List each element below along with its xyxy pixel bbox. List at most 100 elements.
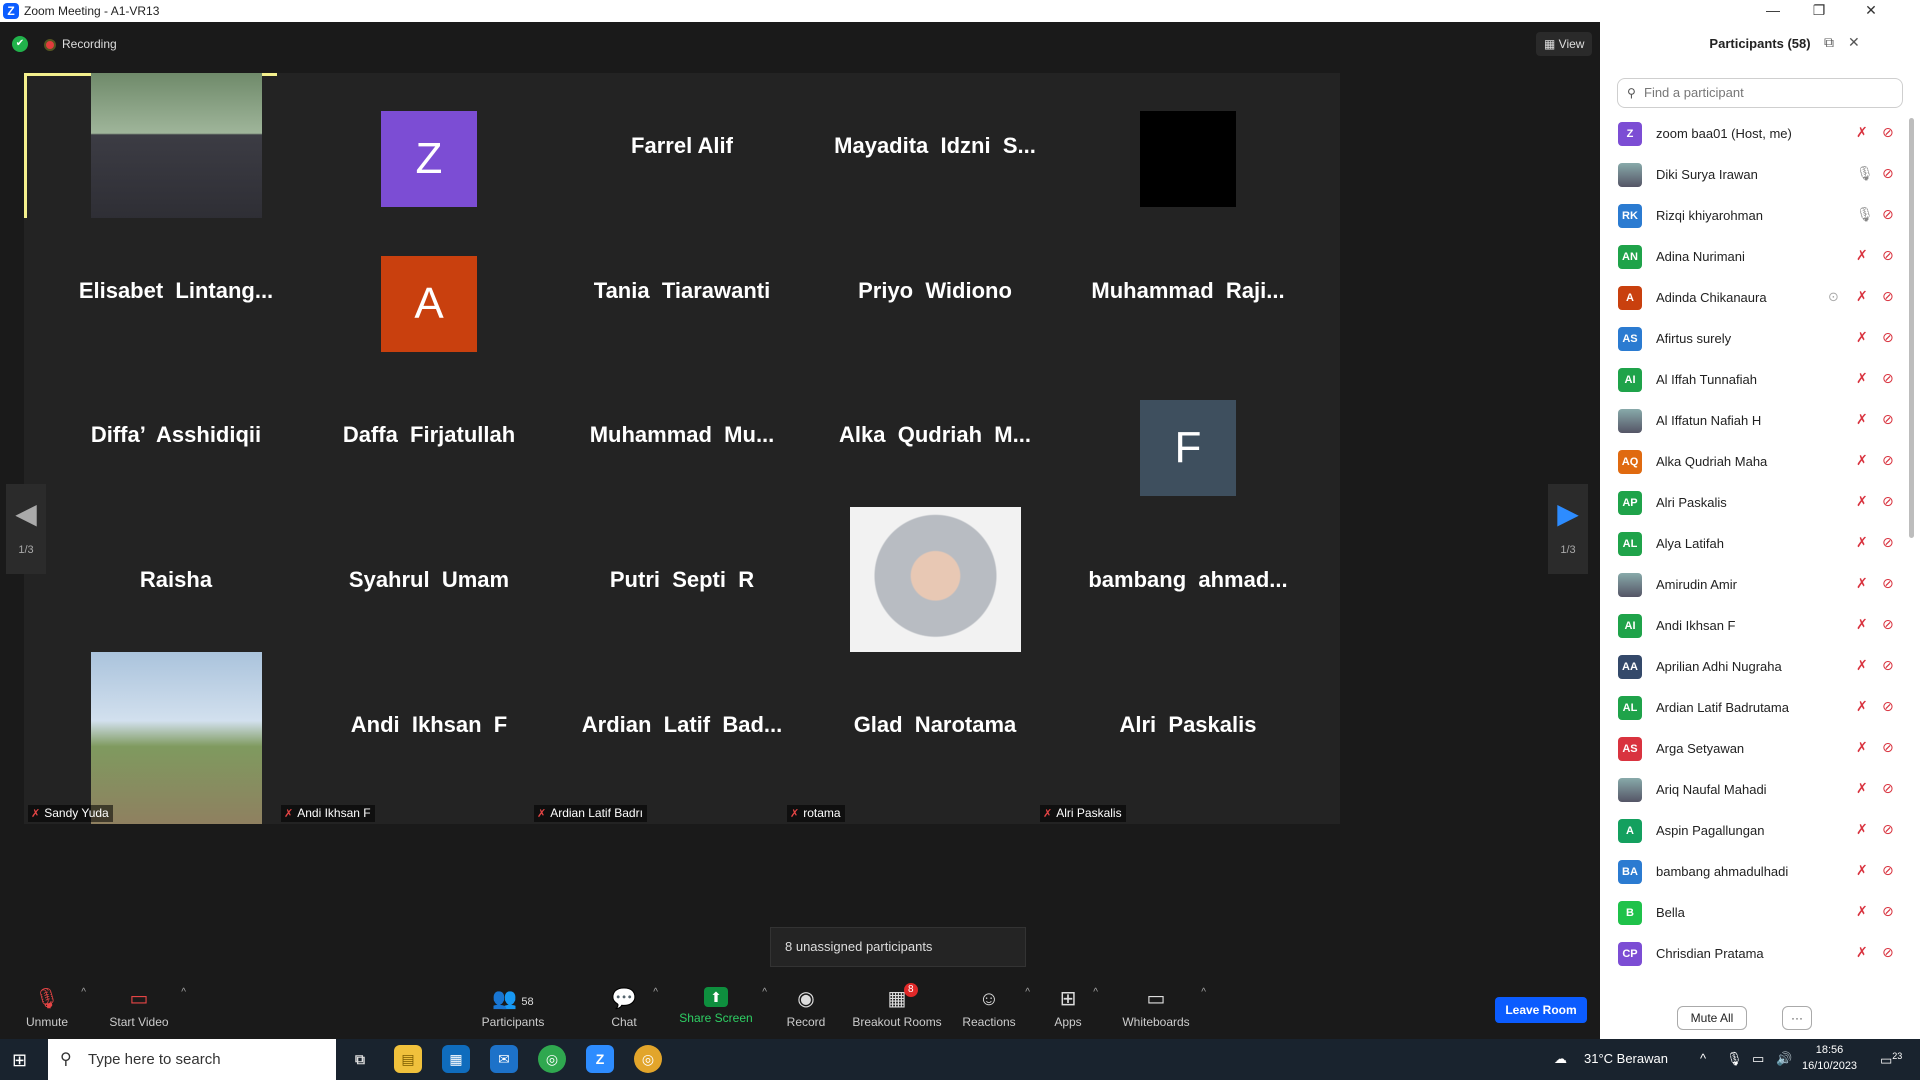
participant-row[interactable]: Diki Surya Irawan 🎙 ⊘	[1600, 155, 1912, 196]
mic-icon[interactable]: 🎙	[1856, 206, 1874, 223]
video-off-icon[interactable]: ⊘	[1882, 534, 1894, 551]
tray-chevron-icon[interactable]: ^	[1700, 1051, 1706, 1066]
volume-icon[interactable]: 🔊	[1776, 1051, 1792, 1067]
participant-row[interactable]: AS Afirtus surely ✗ ⊘	[1600, 319, 1912, 360]
minimize-button[interactable]: —	[1750, 0, 1796, 22]
chevron-up-icon[interactable]: ^	[81, 987, 86, 998]
clock[interactable]: 18:56 16/10/2023	[1802, 1042, 1857, 1074]
participant-row[interactable]: Amirudin Amir ✗ ⊘	[1600, 565, 1912, 606]
chevron-up-icon[interactable]: ^	[1093, 987, 1098, 998]
weather-icon[interactable]: ☁	[1554, 1051, 1567, 1067]
task-view-icon[interactable]: ⧉	[346, 1045, 374, 1073]
video-off-icon[interactable]: ⊘	[1882, 780, 1894, 797]
participant-row[interactable]: B Bella ✗ ⊘	[1600, 893, 1912, 934]
mic-muted-icon[interactable]: ✗	[1856, 862, 1868, 879]
mic-muted-icon[interactable]: ✗	[1856, 575, 1868, 592]
video-off-icon[interactable]: ⊘	[1882, 903, 1894, 920]
participant-search-input[interactable]: ⚲ Find a participant	[1617, 78, 1903, 108]
leave-room-button[interactable]: Leave Room	[1495, 997, 1587, 1023]
unmute-button[interactable]: 🎙 Unmute ^	[22, 987, 86, 1029]
file-explorer-icon[interactable]: ▤	[394, 1045, 422, 1073]
taskbar-search-input[interactable]: ⚲ Type here to search	[48, 1039, 336, 1080]
participant-row[interactable]: A Aspin Pagallungan ✗ ⊘	[1600, 811, 1912, 852]
mic-muted-icon[interactable]: ✗	[1856, 124, 1868, 141]
participants-button[interactable]: 👥 58 Participants	[480, 987, 546, 1029]
popout-icon[interactable]: ⧉	[1824, 34, 1834, 51]
mute-all-button[interactable]: Mute All	[1677, 1006, 1747, 1030]
participant-row[interactable]: RK Rizqi khiyarohman 🎙 ⊘	[1600, 196, 1912, 237]
store-icon[interactable]: ▦	[442, 1045, 470, 1073]
apps-button[interactable]: ⊞ Apps ^	[1052, 987, 1098, 1029]
more-options-button[interactable]: ···	[1782, 1006, 1812, 1030]
mic-tray-icon[interactable]: 🎙	[1726, 1051, 1743, 1067]
participant-row[interactable]: AI Al Iffah Tunnafiah ✗ ⊘	[1600, 360, 1912, 401]
mic-muted-icon[interactable]: ✗	[1856, 411, 1868, 428]
mic-muted-icon[interactable]: ✗	[1856, 739, 1868, 756]
start-video-button[interactable]: ▭ Start Video ^	[106, 987, 186, 1029]
video-tile[interactable]: Alri Paskalis ✗ Alri Paskalis	[1036, 652, 1340, 824]
mail-icon[interactable]: ✉	[490, 1045, 518, 1073]
mic-muted-icon[interactable]: ✗	[1856, 657, 1868, 674]
chevron-up-icon[interactable]: ^	[181, 987, 186, 998]
participant-row[interactable]: Ariq Naufal Mahadi ✗ ⊘	[1600, 770, 1912, 811]
chevron-up-icon[interactable]: ^	[653, 987, 658, 998]
spotlight-icon[interactable]: ⊙	[1828, 289, 1839, 305]
chevron-up-icon[interactable]: ^	[1201, 987, 1206, 998]
next-page-button[interactable]: ▶ 1/3	[1548, 484, 1588, 574]
video-off-icon[interactable]: ⊘	[1882, 616, 1894, 633]
video-off-icon[interactable]: ⊘	[1882, 493, 1894, 510]
mic-icon[interactable]: 🎙	[1856, 165, 1874, 182]
participant-row[interactable]: A Adinda Chikanaura ⊙ ✗ ⊘	[1600, 278, 1912, 319]
close-panel-icon[interactable]: ✕	[1848, 34, 1860, 51]
participant-row[interactable]: AQ Alka Qudriah Maha ✗ ⊘	[1600, 442, 1912, 483]
mic-muted-icon[interactable]: ✗	[1856, 493, 1868, 510]
participant-row[interactable]: AN Adina Nurimani ✗ ⊘	[1600, 237, 1912, 278]
notification-icon[interactable]: ▭23	[1880, 1051, 1902, 1068]
video-off-icon[interactable]: ⊘	[1882, 698, 1894, 715]
video-off-icon[interactable]: ⊘	[1882, 206, 1894, 223]
mic-muted-icon[interactable]: ✗	[1856, 247, 1868, 264]
video-off-icon[interactable]: ⊘	[1882, 944, 1894, 961]
chrome-icon[interactable]: ◎	[538, 1045, 566, 1073]
mic-muted-icon[interactable]: ✗	[1856, 903, 1868, 920]
network-icon[interactable]: ▭	[1752, 1051, 1764, 1067]
participant-row[interactable]: AL Ardian Latif Badrutama ✗ ⊘	[1600, 688, 1912, 729]
weather-label[interactable]: 31°C Berawan	[1584, 1051, 1668, 1066]
video-off-icon[interactable]: ⊘	[1882, 657, 1894, 674]
mic-muted-icon[interactable]: ✗	[1856, 534, 1868, 551]
restore-button[interactable]: ❐	[1796, 0, 1842, 22]
share-screen-button[interactable]: ⬆ Share Screen ^	[679, 987, 767, 1025]
video-off-icon[interactable]: ⊘	[1882, 821, 1894, 838]
prev-page-button[interactable]: ◀ 1/3	[6, 484, 46, 574]
video-off-icon[interactable]: ⊘	[1882, 288, 1894, 305]
participant-row[interactable]: AA Aprilian Adhi Nugraha ✗ ⊘	[1600, 647, 1912, 688]
video-off-icon[interactable]: ⊘	[1882, 739, 1894, 756]
chrome-profile-icon[interactable]: ◎	[634, 1045, 662, 1073]
mic-muted-icon[interactable]: ✗	[1856, 821, 1868, 838]
chevron-up-icon[interactable]: ^	[762, 987, 767, 998]
whiteboards-button[interactable]: ▭ Whiteboards ^	[1120, 987, 1206, 1029]
mic-muted-icon[interactable]: ✗	[1856, 452, 1868, 469]
mic-muted-icon[interactable]: ✗	[1856, 780, 1868, 797]
participant-row[interactable]: AP Alri Paskalis ✗ ⊘	[1600, 483, 1912, 524]
video-off-icon[interactable]: ⊘	[1882, 124, 1894, 141]
mic-muted-icon[interactable]: ✗	[1856, 370, 1868, 387]
video-off-icon[interactable]: ⊘	[1882, 247, 1894, 264]
video-off-icon[interactable]: ⊘	[1882, 329, 1894, 346]
panel-scrollbar[interactable]	[1909, 118, 1914, 538]
mic-muted-icon[interactable]: ✗	[1856, 329, 1868, 346]
breakout-rooms-button[interactable]: ▦ 8 Breakout Rooms	[852, 983, 942, 1029]
mic-muted-icon[interactable]: ✗	[1856, 616, 1868, 633]
chat-button[interactable]: 💬 Chat ^	[604, 987, 658, 1029]
reactions-button[interactable]: ☺ Reactions ^	[962, 987, 1030, 1029]
participant-row[interactable]: AS Arga Setyawan ✗ ⊘	[1600, 729, 1912, 770]
participant-row[interactable]: AL Alya Latifah ✗ ⊘	[1600, 524, 1912, 565]
windows-start-icon[interactable]: ⊞	[12, 1050, 27, 1071]
participant-row[interactable]: Zzoom baa01 (Host, me) ✗ ⊘	[1600, 114, 1912, 155]
participant-row[interactable]: BA bambang ahmadulhadi ✗ ⊘	[1600, 852, 1912, 893]
record-button[interactable]: ◉ Record	[784, 987, 828, 1029]
video-off-icon[interactable]: ⊘	[1882, 862, 1894, 879]
participant-row[interactable]: AI Andi Ikhsan F ✗ ⊘	[1600, 606, 1912, 647]
participant-row[interactable]: Al Iffatun Nafiah H ✗ ⊘	[1600, 401, 1912, 442]
mic-muted-icon[interactable]: ✗	[1856, 944, 1868, 961]
